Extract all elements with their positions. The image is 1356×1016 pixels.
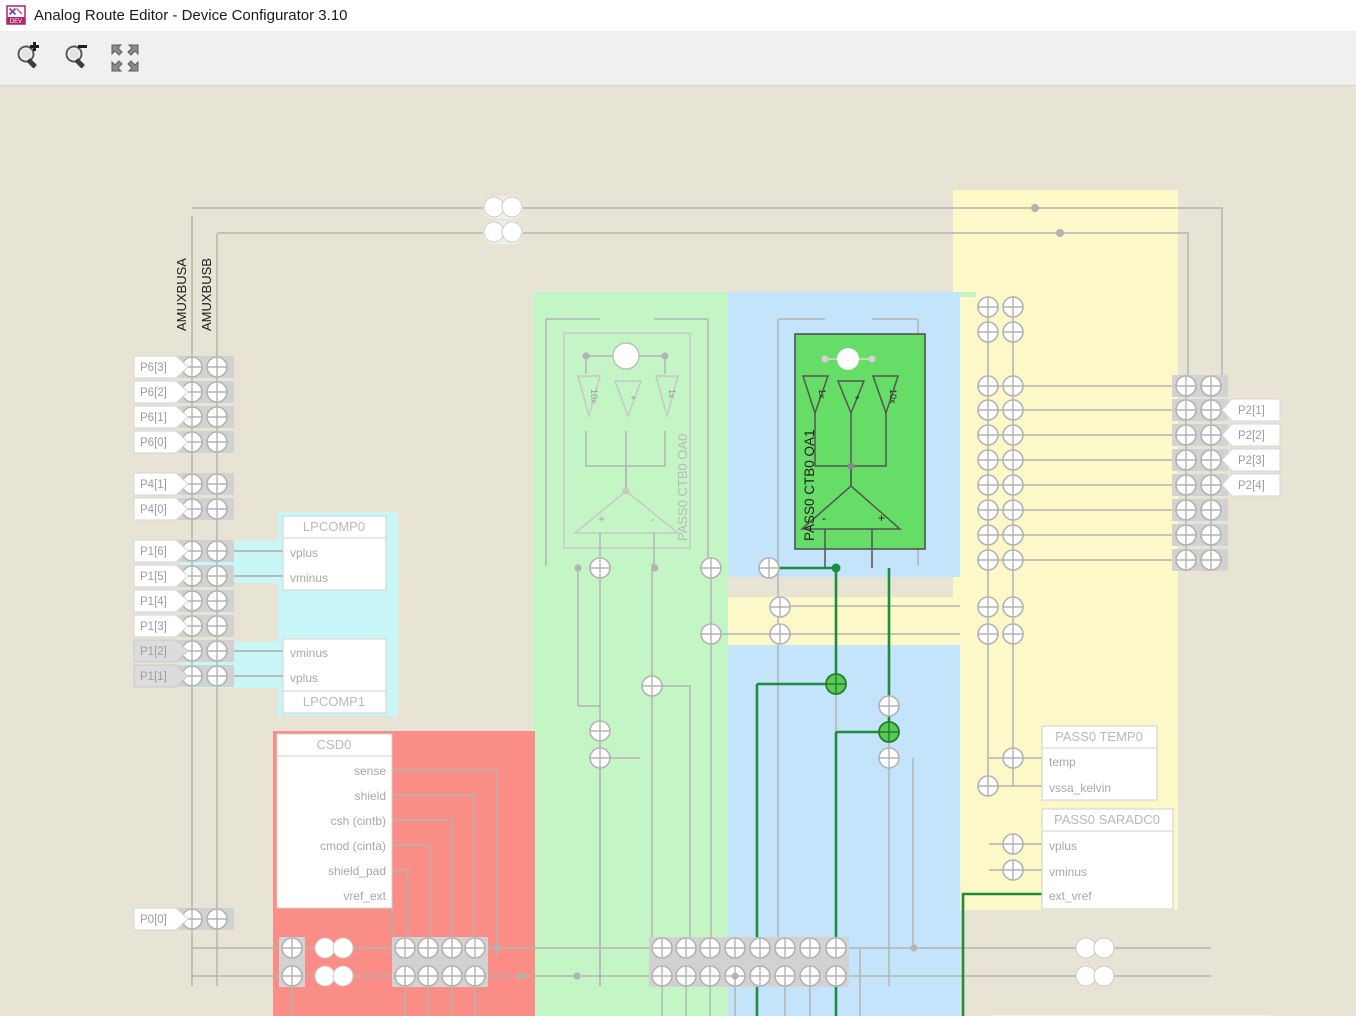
title-bar: DEV Analog Route Editor - Device Configu… xyxy=(0,0,1356,31)
pin-tag[interactable]: P4[1] xyxy=(134,473,188,495)
pin-label: P1[2] xyxy=(140,646,167,658)
bus-label-amuxbusa: AMUXBUSA xyxy=(174,258,189,331)
pin-tag[interactable]: P6[2] xyxy=(134,381,188,403)
pin-label: P2[2] xyxy=(1238,430,1265,442)
pin-label: P4[1] xyxy=(140,479,167,491)
pin-label: P6[2] xyxy=(140,387,167,399)
port-label: vminus xyxy=(290,571,328,585)
block-csd0[interactable]: CSD0 sense shield csh (cintb) cmod (cint… xyxy=(277,734,392,908)
port-label: shield_pad xyxy=(328,864,386,878)
block-pass0-saradc0[interactable]: PASS0 SARADC0 vplus vminus ext_vref xyxy=(1042,809,1173,909)
port-label: csh (cintb) xyxy=(331,814,386,828)
pin-label: P1[5] xyxy=(140,571,167,583)
port-label: cmod (cinta) xyxy=(320,839,386,853)
pin-tag[interactable]: P2[4] xyxy=(1222,474,1280,496)
block-title: PASS0 CTB0 OA1 xyxy=(802,429,817,541)
port-label: vplus xyxy=(290,671,318,685)
pin-tag[interactable]: P6[0] xyxy=(134,431,188,453)
block-title: PASS0 CTB0 OA0 xyxy=(675,434,690,541)
pin-label: P1[1] xyxy=(140,671,167,683)
svg-text:DEV: DEV xyxy=(10,19,22,25)
window-title: Analog Route Editor - Device Configurato… xyxy=(34,7,348,24)
magnifier-plus-icon xyxy=(13,42,45,74)
port-label: temp xyxy=(1049,755,1076,769)
block-title: CSD0 xyxy=(317,737,352,752)
pin-label: P2[4] xyxy=(1238,480,1265,492)
amp-gain-label: 10x xyxy=(589,389,599,404)
block-title: LPCOMP1 xyxy=(303,694,365,709)
magnifier-minus-icon xyxy=(61,42,93,74)
port-label: vplus xyxy=(290,546,318,560)
pin-label: P6[3] xyxy=(140,362,167,374)
block-lpcomp1[interactable]: vminus vplus LPCOMP1 xyxy=(283,639,386,713)
route-canvas[interactable]: AMUXBUSA AMUXBUSB P6[3] P6[2] P6[1] P6[0… xyxy=(0,86,1356,1016)
left-pin-group[interactable]: P6[3] P6[2] P6[1] P6[0] P4[1] P4[0] P1[6… xyxy=(134,356,188,930)
port-label: vminus xyxy=(1049,865,1087,879)
pin-tag[interactable]: P2[2] xyxy=(1222,424,1280,446)
zoom-fit-button[interactable] xyxy=(104,37,146,79)
block-lpcomp0[interactable]: LPCOMP0 vplus vminus xyxy=(283,516,386,590)
port-label: sense xyxy=(354,764,386,778)
opamp-minus-label: - xyxy=(651,512,655,526)
pin-tag[interactable]: P6[1] xyxy=(134,406,188,428)
pin-tag[interactable]: P1[3] xyxy=(134,615,188,637)
port-label: shield xyxy=(355,789,386,803)
routing-diagram: AMUXBUSA AMUXBUSB P6[3] P6[2] P6[1] P6[0… xyxy=(0,86,1356,1016)
block-title: LPCOMP0 xyxy=(303,519,365,534)
pin-tag[interactable]: P1[1] xyxy=(134,665,188,687)
pin-label: P1[4] xyxy=(140,596,167,608)
bus-label-amuxbusb: AMUXBUSB xyxy=(199,258,214,331)
port-label: ext_vref xyxy=(1049,889,1092,903)
pin-label: P0[0] xyxy=(140,914,167,926)
pin-tag[interactable]: P1[2] xyxy=(134,640,188,662)
pin-tag[interactable]: P0[0] xyxy=(134,908,188,930)
port-label: vplus xyxy=(1049,839,1077,853)
fit-to-window-icon xyxy=(109,42,141,74)
pin-tag[interactable]: P2[1] xyxy=(1222,399,1280,421)
block-title: PASS0 TEMP0 xyxy=(1055,729,1143,744)
pin-tag[interactable]: P1[4] xyxy=(134,590,188,612)
port-label: vssa_kelvin xyxy=(1049,781,1111,795)
pin-tag[interactable]: P2[3] xyxy=(1222,449,1280,471)
pin-label: P2[3] xyxy=(1238,455,1265,467)
toolbar xyxy=(0,31,1356,86)
opamp-plus-label: + xyxy=(598,512,605,526)
amp-gain-label: + xyxy=(852,395,862,400)
pin-label: P1[6] xyxy=(140,546,167,558)
amp-gain-label: 1x xyxy=(817,389,827,399)
pin-label: P6[1] xyxy=(140,412,167,424)
block-pass0-ctb0-oa1[interactable]: 1x + 10x - + PASS0 CTB0 OA1 xyxy=(795,334,925,568)
block-title: PASS0 SARADC0 xyxy=(1054,812,1160,827)
amp-gain-label: 10x xyxy=(888,389,898,404)
pin-label: P2[1] xyxy=(1238,405,1265,417)
pin-label: P6[0] xyxy=(140,437,167,449)
opamp-plus-label: + xyxy=(878,511,885,525)
pin-tag[interactable]: P1[6] xyxy=(134,540,188,562)
zoom-in-button[interactable] xyxy=(8,37,50,79)
pin-tag[interactable]: P4[0] xyxy=(134,498,188,520)
dev-badge-icon: DEV xyxy=(6,5,26,25)
zoom-out-button[interactable] xyxy=(56,37,98,79)
pin-label: P1[3] xyxy=(140,621,167,633)
pin-tag[interactable]: P6[3] xyxy=(134,356,188,378)
pin-label: P4[0] xyxy=(140,504,167,516)
opamp-minus-label: - xyxy=(822,511,826,525)
amp-gain-label: + xyxy=(628,395,638,400)
block-pass0-temp0[interactable]: PASS0 TEMP0 temp vssa_kelvin xyxy=(1042,726,1157,800)
right-pin-group[interactable]: P2[1] P2[2] P2[3] P2[4] xyxy=(1222,399,1280,496)
amp-gain-label: 1x xyxy=(667,389,677,399)
port-label: vminus xyxy=(290,646,328,660)
pin-tag[interactable]: P1[5] xyxy=(134,565,188,587)
port-label: vref_ext xyxy=(343,889,386,903)
